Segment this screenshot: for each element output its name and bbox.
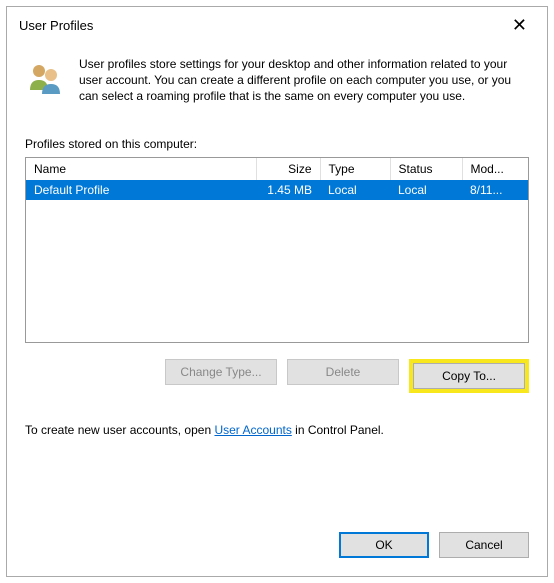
user-accounts-link[interactable]: User Accounts — [214, 423, 291, 437]
table-header-row: Name Size Type Status Mod... — [26, 158, 528, 180]
cancel-button[interactable]: Cancel — [439, 532, 529, 558]
footer-text: To create new user accounts, open User A… — [25, 423, 529, 437]
header-modified[interactable]: Mod... — [462, 158, 528, 180]
cell-modified: 8/11... — [462, 180, 528, 200]
titlebar: User Profiles ✕ — [7, 7, 547, 42]
close-icon: ✕ — [512, 15, 527, 35]
dialog-title: User Profiles — [19, 18, 93, 33]
table-row[interactable]: Default Profile 1.45 MB Local Local 8/11… — [26, 180, 528, 200]
cell-status: Local — [390, 180, 462, 200]
header-status[interactable]: Status — [390, 158, 462, 180]
copy-to-button[interactable]: Copy To... — [413, 363, 525, 389]
footer-prefix: To create new user accounts, open — [25, 423, 214, 437]
dialog-buttons: OK Cancel — [339, 532, 529, 558]
copy-to-highlight: Copy To... — [409, 359, 529, 393]
header-size[interactable]: Size — [256, 158, 320, 180]
change-type-button: Change Type... — [165, 359, 277, 385]
intro-text: User profiles store settings for your de… — [79, 56, 529, 105]
ok-button[interactable]: OK — [339, 532, 429, 558]
profiles-table-container: Name Size Type Status Mod... Default Pro… — [25, 157, 529, 343]
header-type[interactable]: Type — [320, 158, 390, 180]
close-button[interactable]: ✕ — [504, 15, 535, 36]
cell-name: Default Profile — [26, 180, 256, 200]
profiles-table[interactable]: Name Size Type Status Mod... Default Pro… — [26, 158, 528, 200]
header-name[interactable]: Name — [26, 158, 256, 180]
cell-type: Local — [320, 180, 390, 200]
profiles-label: Profiles stored on this computer: — [25, 137, 529, 151]
user-profiles-dialog: User Profiles ✕ User profiles store sett… — [6, 6, 548, 577]
intro-section: User profiles store settings for your de… — [25, 56, 529, 105]
cell-size: 1.45 MB — [256, 180, 320, 200]
dialog-content: User profiles store settings for your de… — [7, 42, 547, 455]
profile-actions: Change Type... Delete Copy To... — [25, 359, 529, 393]
users-icon — [25, 58, 65, 98]
footer-suffix: in Control Panel. — [292, 423, 384, 437]
delete-button: Delete — [287, 359, 399, 385]
